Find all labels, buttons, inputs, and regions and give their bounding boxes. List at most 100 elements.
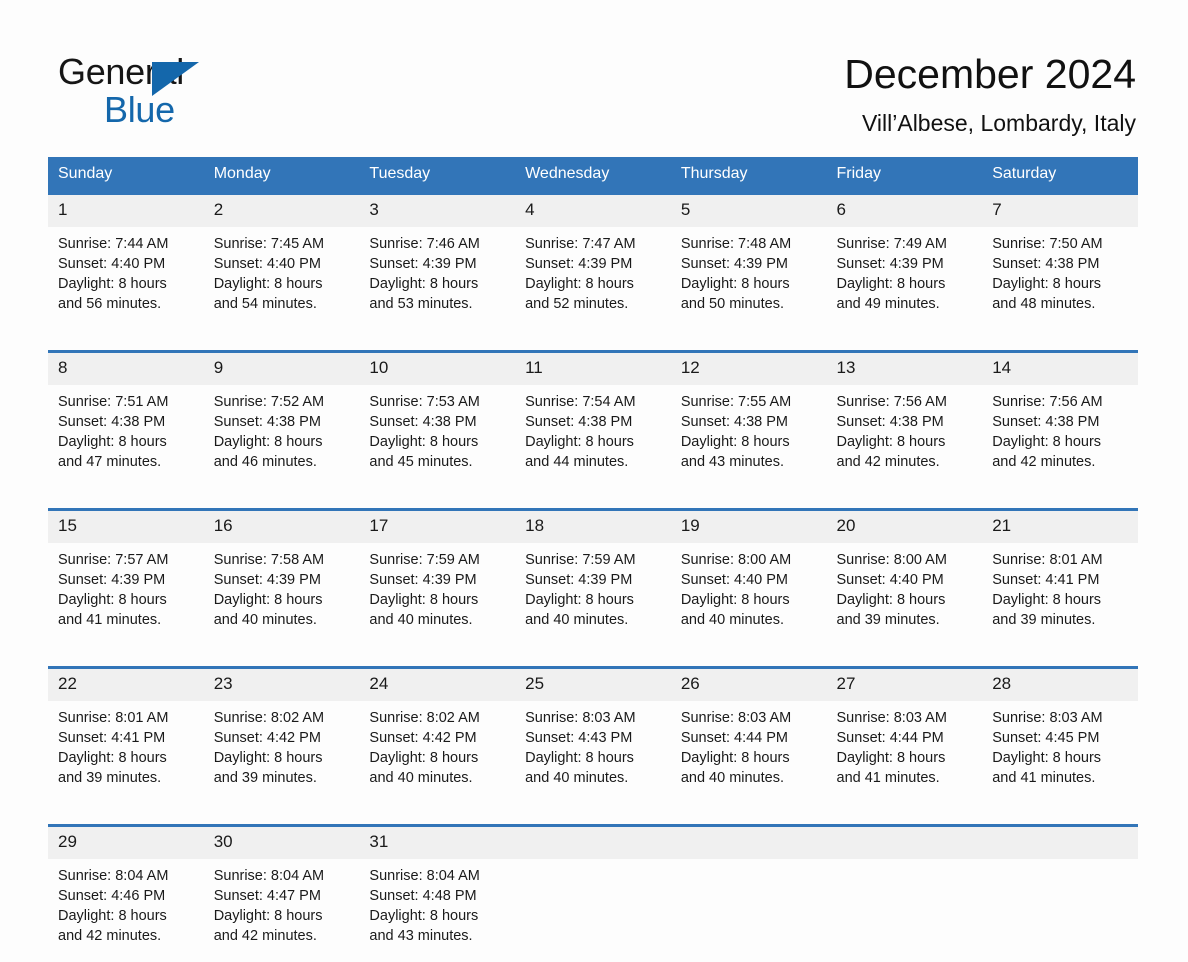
sunset-text: Sunset: 4:44 PM <box>837 728 975 748</box>
daylight-text-line2: and 47 minutes. <box>58 452 196 472</box>
day-number[interactable]: 10 <box>359 352 515 386</box>
empty-day-number <box>671 826 827 860</box>
day-cell[interactable]: Sunrise: 7:55 AM Sunset: 4:38 PM Dayligh… <box>671 385 827 488</box>
day-cell[interactable]: Sunrise: 8:03 AM Sunset: 4:44 PM Dayligh… <box>827 701 983 804</box>
day-number[interactable]: 31 <box>359 826 515 860</box>
day-cell[interactable]: Sunrise: 7:54 AM Sunset: 4:38 PM Dayligh… <box>515 385 671 488</box>
sunrise-text: Sunrise: 7:53 AM <box>369 392 507 412</box>
day-cell[interactable]: Sunrise: 8:00 AM Sunset: 4:40 PM Dayligh… <box>671 543 827 646</box>
daylight-text-line1: Daylight: 8 hours <box>837 590 975 610</box>
sunrise-text: Sunrise: 8:03 AM <box>525 708 663 728</box>
day-cell[interactable]: Sunrise: 7:49 AM Sunset: 4:39 PM Dayligh… <box>827 227 983 330</box>
daylight-text-line2: and 54 minutes. <box>214 294 352 314</box>
daylight-text-line2: and 43 minutes. <box>681 452 819 472</box>
day-number[interactable]: 14 <box>982 352 1138 386</box>
daylight-text-line2: and 53 minutes. <box>369 294 507 314</box>
day-number[interactable]: 15 <box>48 510 204 544</box>
day-cell[interactable]: Sunrise: 8:03 AM Sunset: 4:43 PM Dayligh… <box>515 701 671 804</box>
daylight-text-line1: Daylight: 8 hours <box>681 432 819 452</box>
sunset-text: Sunset: 4:41 PM <box>58 728 196 748</box>
day-cell[interactable]: Sunrise: 7:47 AM Sunset: 4:39 PM Dayligh… <box>515 227 671 330</box>
day-cell[interactable]: Sunrise: 7:56 AM Sunset: 4:38 PM Dayligh… <box>827 385 983 488</box>
day-number[interactable]: 24 <box>359 668 515 702</box>
day-number[interactable]: 9 <box>204 352 360 386</box>
day-cell[interactable]: Sunrise: 7:59 AM Sunset: 4:39 PM Dayligh… <box>359 543 515 646</box>
daylight-text-line1: Daylight: 8 hours <box>214 906 352 926</box>
daylight-text-line1: Daylight: 8 hours <box>992 432 1130 452</box>
day-cell[interactable]: Sunrise: 7:59 AM Sunset: 4:39 PM Dayligh… <box>515 543 671 646</box>
title-block: December 2024 Vill’Albese, Lombardy, Ita… <box>844 50 1136 137</box>
day-cell[interactable]: Sunrise: 8:00 AM Sunset: 4:40 PM Dayligh… <box>827 543 983 646</box>
daylight-text-line1: Daylight: 8 hours <box>58 748 196 768</box>
day-number[interactable]: 17 <box>359 510 515 544</box>
sunrise-text: Sunrise: 7:59 AM <box>525 550 663 570</box>
day-number[interactable]: 13 <box>827 352 983 386</box>
day-number[interactable]: 26 <box>671 668 827 702</box>
sunset-text: Sunset: 4:38 PM <box>992 412 1130 432</box>
day-number[interactable]: 23 <box>204 668 360 702</box>
daylight-text-line1: Daylight: 8 hours <box>681 274 819 294</box>
day-number[interactable]: 8 <box>48 352 204 386</box>
daylight-text-line1: Daylight: 8 hours <box>992 590 1130 610</box>
day-cell[interactable]: Sunrise: 7:45 AM Sunset: 4:40 PM Dayligh… <box>204 227 360 330</box>
day-cell[interactable]: Sunrise: 7:50 AM Sunset: 4:38 PM Dayligh… <box>982 227 1138 330</box>
day-number[interactable]: 25 <box>515 668 671 702</box>
day-number[interactable]: 19 <box>671 510 827 544</box>
week-spacer <box>48 488 1138 510</box>
day-cell[interactable]: Sunrise: 7:57 AM Sunset: 4:39 PM Dayligh… <box>48 543 204 646</box>
daylight-text-line2: and 40 minutes. <box>681 610 819 630</box>
day-cell[interactable]: Sunrise: 7:58 AM Sunset: 4:39 PM Dayligh… <box>204 543 360 646</box>
day-cell[interactable]: Sunrise: 7:53 AM Sunset: 4:38 PM Dayligh… <box>359 385 515 488</box>
general-blue-logo[interactable]: General Blue <box>58 52 318 130</box>
day-number[interactable]: 30 <box>204 826 360 860</box>
daylight-text-line1: Daylight: 8 hours <box>369 590 507 610</box>
day-cell[interactable]: Sunrise: 7:51 AM Sunset: 4:38 PM Dayligh… <box>48 385 204 488</box>
daylight-text-line2: and 46 minutes. <box>214 452 352 472</box>
daylight-text-line1: Daylight: 8 hours <box>58 432 196 452</box>
day-cell[interactable]: Sunrise: 7:48 AM Sunset: 4:39 PM Dayligh… <box>671 227 827 330</box>
day-cell[interactable]: Sunrise: 8:04 AM Sunset: 4:48 PM Dayligh… <box>359 859 515 962</box>
day-cell[interactable]: Sunrise: 8:01 AM Sunset: 4:41 PM Dayligh… <box>982 543 1138 646</box>
day-cell[interactable]: Sunrise: 8:03 AM Sunset: 4:44 PM Dayligh… <box>671 701 827 804</box>
day-number[interactable]: 27 <box>827 668 983 702</box>
day-number[interactable]: 12 <box>671 352 827 386</box>
day-cell[interactable]: Sunrise: 8:02 AM Sunset: 4:42 PM Dayligh… <box>359 701 515 804</box>
day-number[interactable]: 20 <box>827 510 983 544</box>
day-cell[interactable]: Sunrise: 8:01 AM Sunset: 4:41 PM Dayligh… <box>48 701 204 804</box>
day-number[interactable]: 5 <box>671 194 827 228</box>
day-cell[interactable]: Sunrise: 8:03 AM Sunset: 4:45 PM Dayligh… <box>982 701 1138 804</box>
day-number[interactable]: 3 <box>359 194 515 228</box>
sunrise-text: Sunrise: 8:03 AM <box>681 708 819 728</box>
day-number[interactable]: 22 <box>48 668 204 702</box>
daylight-text-line2: and 39 minutes. <box>837 610 975 630</box>
day-cell[interactable]: Sunrise: 8:02 AM Sunset: 4:42 PM Dayligh… <box>204 701 360 804</box>
day-cell[interactable]: Sunrise: 7:56 AM Sunset: 4:38 PM Dayligh… <box>982 385 1138 488</box>
day-number[interactable]: 29 <box>48 826 204 860</box>
empty-day-cell <box>827 859 983 962</box>
day-number[interactable]: 6 <box>827 194 983 228</box>
day-cell[interactable]: Sunrise: 7:52 AM Sunset: 4:38 PM Dayligh… <box>204 385 360 488</box>
day-number[interactable]: 28 <box>982 668 1138 702</box>
sunset-text: Sunset: 4:42 PM <box>214 728 352 748</box>
daylight-text-line1: Daylight: 8 hours <box>837 274 975 294</box>
day-number[interactable]: 1 <box>48 194 204 228</box>
day-cell[interactable]: Sunrise: 8:04 AM Sunset: 4:46 PM Dayligh… <box>48 859 204 962</box>
daylight-text-line1: Daylight: 8 hours <box>525 748 663 768</box>
day-number[interactable]: 18 <box>515 510 671 544</box>
daylight-text-line1: Daylight: 8 hours <box>681 590 819 610</box>
sunrise-text: Sunrise: 8:04 AM <box>369 866 507 886</box>
day-number[interactable]: 16 <box>204 510 360 544</box>
day-cell[interactable]: Sunrise: 7:46 AM Sunset: 4:39 PM Dayligh… <box>359 227 515 330</box>
day-number[interactable]: 2 <box>204 194 360 228</box>
day-number[interactable]: 4 <box>515 194 671 228</box>
day-number[interactable]: 11 <box>515 352 671 386</box>
day-number[interactable]: 7 <box>982 194 1138 228</box>
day-cell[interactable]: Sunrise: 8:04 AM Sunset: 4:47 PM Dayligh… <box>204 859 360 962</box>
day-number[interactable]: 21 <box>982 510 1138 544</box>
logo-text-blue: Blue <box>104 90 175 130</box>
sunset-text: Sunset: 4:40 PM <box>837 570 975 590</box>
week-5-daynum-row: 29 30 31 <box>48 826 1138 860</box>
daylight-text-line1: Daylight: 8 hours <box>369 748 507 768</box>
daylight-text-line1: Daylight: 8 hours <box>58 590 196 610</box>
day-cell[interactable]: Sunrise: 7:44 AM Sunset: 4:40 PM Dayligh… <box>48 227 204 330</box>
